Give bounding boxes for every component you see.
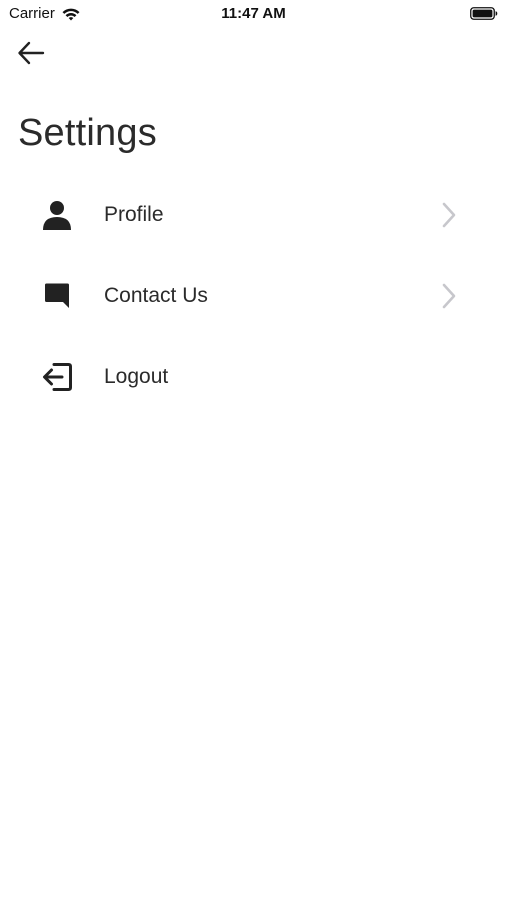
back-button[interactable] [14, 38, 48, 68]
menu-item-label: Logout [104, 364, 169, 388]
page-title: Settings [18, 112, 157, 154]
menu-item-label: Contact Us [104, 283, 208, 307]
menu-item-label: Profile [104, 202, 164, 226]
chat-bubble-icon [40, 279, 74, 313]
menu-item-contact-us[interactable]: Contact Us [0, 255, 507, 336]
person-icon [40, 198, 74, 232]
menu-item-profile[interactable]: Profile [0, 174, 507, 255]
status-bar: Carrier 11:47 AM [0, 0, 507, 28]
settings-screen: Carrier 11:47 AM Settings Profile Contac… [0, 0, 507, 900]
battery-icon [470, 7, 498, 20]
status-time: 11:47 AM [221, 5, 286, 22]
chevron-right-icon [438, 282, 460, 310]
arrow-left-icon [18, 41, 45, 65]
settings-menu: Profile Contact Us Logout [0, 174, 507, 417]
logout-icon [40, 360, 74, 394]
chevron-right-icon [438, 201, 460, 229]
menu-item-logout[interactable]: Logout [0, 336, 507, 417]
